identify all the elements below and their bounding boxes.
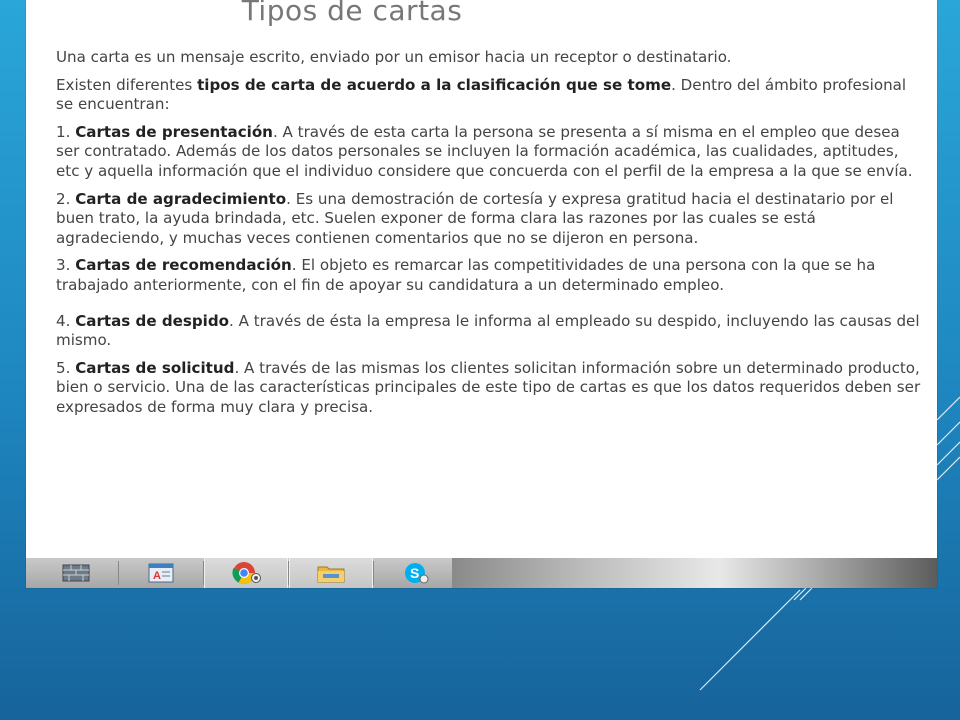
- desktop-wallpaper-strip: [452, 558, 937, 588]
- letter-type-item: 2. Carta de agradecimiento. Es una demos…: [56, 190, 922, 249]
- item-number: 5.: [56, 358, 76, 377]
- item-number: 3.: [56, 256, 76, 275]
- chrome-icon: [232, 562, 261, 584]
- skype-icon: S: [405, 563, 429, 584]
- item-title: Carta de agradecimiento: [75, 189, 287, 208]
- letter-type-item: 3. Cartas de recomendación. El objeto es…: [56, 256, 922, 295]
- types-text-bold: tipos de carta de acuerdo a la clasifica…: [197, 75, 672, 94]
- taskbar: A S: [26, 558, 937, 588]
- item-title: Cartas de solicitud: [75, 358, 235, 377]
- taskbar-button-explorer[interactable]: [289, 558, 373, 588]
- bricks-app-icon: [62, 564, 90, 582]
- item-number: 1.: [56, 122, 76, 141]
- taskbar-button-bricks[interactable]: [34, 558, 118, 588]
- item-title: Cartas de despido: [75, 311, 230, 330]
- item-title: Cartas de recomendación: [75, 256, 292, 275]
- mail-app-icon: A: [148, 563, 174, 583]
- item-number: 2.: [56, 189, 76, 208]
- taskbar-button-mail[interactable]: A: [119, 558, 203, 588]
- types-paragraph: Existen diferentes tipos de carta de acu…: [56, 76, 922, 115]
- letter-type-item: 1. Cartas de presentación. A través de e…: [56, 123, 922, 182]
- svg-text:A: A: [153, 570, 161, 582]
- taskbar-button-skype[interactable]: S: [374, 558, 458, 588]
- item-number: 4.: [56, 311, 76, 330]
- file-explorer-icon: [317, 566, 345, 583]
- page-title: Tipos de cartas: [241, 0, 463, 27]
- embedded-screenshot: Tipos de cartas Una carta es un mensaje …: [26, 0, 937, 588]
- svg-text:S: S: [410, 565, 419, 581]
- document-body: Una carta es un mensaje escrito, enviado…: [56, 48, 922, 426]
- taskbar-button-chrome[interactable]: [204, 558, 288, 588]
- letter-type-item: 5. Cartas de solicitud. A través de las …: [56, 359, 922, 418]
- intro-paragraph: Una carta es un mensaje escrito, enviado…: [56, 48, 732, 66]
- types-text-pre: Existen diferentes: [56, 75, 198, 94]
- item-title: Cartas de presentación: [75, 122, 273, 141]
- letter-type-item: 4. Cartas de despido. A través de ésta l…: [56, 312, 922, 351]
